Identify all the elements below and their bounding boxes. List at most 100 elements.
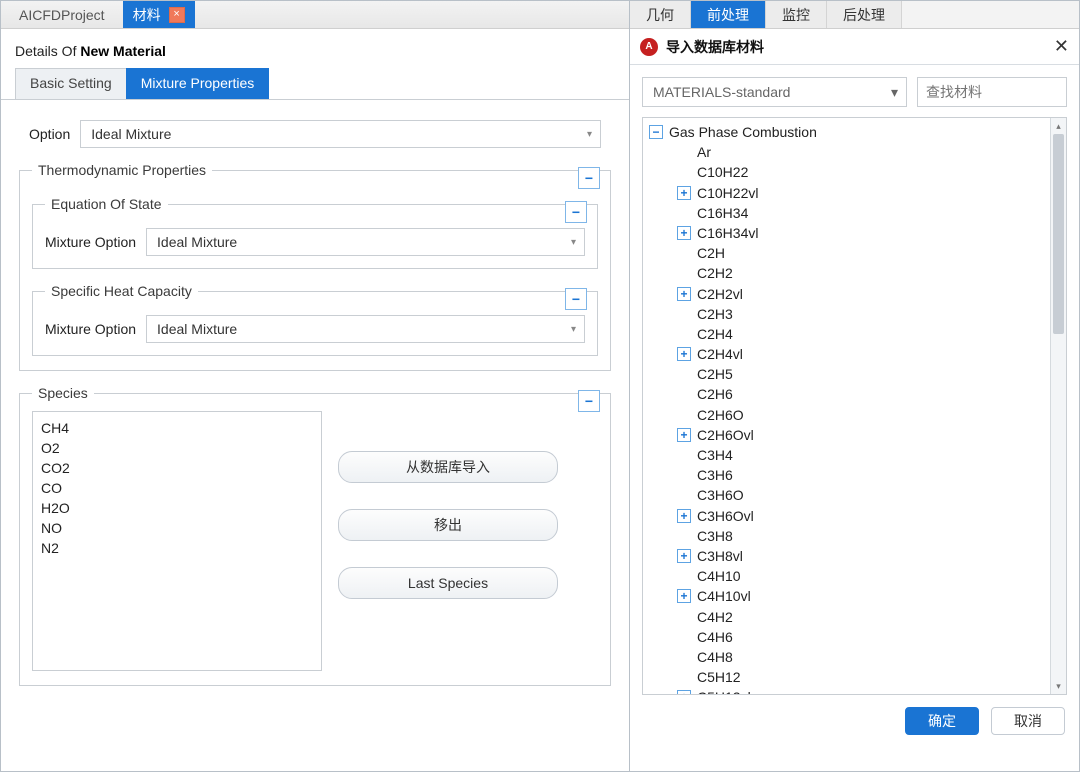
eos-collapse-button[interactable]: − bbox=[565, 201, 587, 223]
species-item[interactable]: NO bbox=[41, 518, 313, 538]
tree-row[interactable]: +C2H bbox=[649, 243, 1046, 263]
tree-row[interactable]: +Ar bbox=[649, 142, 1046, 162]
remove-button[interactable]: 移出 bbox=[338, 509, 558, 541]
tab-basic-setting[interactable]: Basic Setting bbox=[15, 68, 127, 99]
expand-placeholder: + bbox=[677, 327, 691, 341]
tree-row[interactable]: + C4H10vl bbox=[649, 586, 1046, 606]
import-from-db-button[interactable]: 从数据库导入 bbox=[338, 451, 558, 483]
tree-row[interactable]: +C3H4 bbox=[649, 445, 1046, 465]
thermo-collapse-button[interactable]: − bbox=[578, 167, 600, 189]
tree-item-label: C4H6 bbox=[697, 627, 733, 647]
tree-row[interactable]: + C2H6Ovl bbox=[649, 425, 1046, 445]
database-select[interactable]: MATERIALS-standard ▾ bbox=[642, 77, 907, 107]
tree-item-label: C2H6Ovl bbox=[697, 425, 754, 445]
tree-item-label: C4H10vl bbox=[697, 586, 751, 606]
scrollbar-thumb[interactable] bbox=[1053, 134, 1064, 334]
species-collapse-button[interactable]: − bbox=[578, 390, 600, 412]
tree-row[interactable]: +C16H34vl bbox=[649, 223, 1046, 243]
ok-button[interactable]: 确定 bbox=[905, 707, 979, 735]
last-species-button[interactable]: Last Species bbox=[338, 567, 558, 599]
tree-row[interactable]: + C2H2 bbox=[649, 263, 1046, 283]
expand-icon[interactable]: + bbox=[677, 226, 691, 240]
species-item[interactable]: O2 bbox=[41, 438, 313, 458]
species-item[interactable]: CH4 bbox=[41, 418, 313, 438]
tree-row[interactable]: +C3H6 bbox=[649, 465, 1046, 485]
cancel-button[interactable]: 取消 bbox=[991, 707, 1065, 735]
doc-tab-material[interactable]: 材料 × bbox=[123, 1, 195, 28]
species-listbox[interactable]: CH4O2CO2COH2ONON2 bbox=[32, 411, 322, 671]
collapse-icon[interactable]: − bbox=[649, 125, 663, 139]
tree-row[interactable]: +C4H2 bbox=[649, 607, 1046, 627]
expand-placeholder: + bbox=[677, 388, 691, 402]
expand-icon[interactable]: + bbox=[677, 186, 691, 200]
tree-row[interactable]: −Gas Phase Combustion bbox=[649, 122, 1046, 142]
tab-mixture-properties[interactable]: Mixture Properties bbox=[126, 68, 270, 99]
expand-placeholder: + bbox=[677, 367, 691, 381]
tree-row[interactable]: +C2H3 bbox=[649, 304, 1046, 324]
tree-row[interactable]: +C2H2vl bbox=[649, 284, 1046, 304]
thermodynamic-group: Thermodynamic Properties − Equation Of S… bbox=[19, 162, 611, 371]
tree-item-label: C2H6O bbox=[697, 405, 744, 425]
close-icon[interactable]: × bbox=[169, 7, 185, 23]
tree-row[interactable]: + C4H6 bbox=[649, 627, 1046, 647]
tree-item-label: C10H22 bbox=[697, 162, 748, 182]
dialog-title: 导入数据库材料 bbox=[666, 37, 764, 57]
shc-mixture-option-combobox[interactable]: Ideal Mixture ▾ bbox=[146, 315, 585, 343]
tree-row[interactable]: +C16H34 bbox=[649, 203, 1046, 223]
material-tree[interactable]: −Gas Phase Combustion+Ar+C10H22+C10H22vl… bbox=[643, 118, 1050, 694]
chevron-down-icon: ▾ bbox=[587, 129, 592, 140]
tree-row[interactable]: +C2H4vl bbox=[649, 344, 1046, 364]
tree-row[interactable]: +C3H8 bbox=[649, 526, 1046, 546]
expand-icon[interactable]: + bbox=[677, 690, 691, 694]
scroll-up-icon[interactable]: ▴ bbox=[1051, 118, 1066, 134]
species-item[interactable]: CO2 bbox=[41, 458, 313, 478]
shc-collapse-button[interactable]: − bbox=[565, 288, 587, 310]
tree-row[interactable]: +C4H8 bbox=[649, 647, 1046, 667]
species-item[interactable]: CO bbox=[41, 478, 313, 498]
right-panel: 几何 前处理 监控 后处理 A 导入数据库材料 ✕ MATERIALS-stan… bbox=[630, 0, 1080, 772]
tree-row[interactable]: +C2H6O bbox=[649, 405, 1046, 425]
tab-geometry[interactable]: 几何 bbox=[630, 1, 691, 28]
tree-row[interactable]: + C2H6 bbox=[649, 384, 1046, 404]
expand-icon[interactable]: + bbox=[677, 428, 691, 442]
close-icon[interactable]: ✕ bbox=[1054, 36, 1069, 57]
tree-row[interactable]: +C10H22vl bbox=[649, 183, 1046, 203]
equation-of-state-group: Equation Of State − Mixture Option Ideal… bbox=[32, 196, 598, 269]
eos-mixture-option-combobox[interactable]: Ideal Mixture ▾ bbox=[146, 228, 585, 256]
tree-row[interactable]: +C2H5 bbox=[649, 364, 1046, 384]
tree-row[interactable]: +C4H10 bbox=[649, 566, 1046, 586]
tree-row[interactable]: +C10H22 bbox=[649, 162, 1046, 182]
tree-row[interactable]: +C5H12 bbox=[649, 667, 1046, 687]
option-combobox[interactable]: Ideal Mixture ▾ bbox=[80, 120, 601, 148]
tree-row[interactable]: +C5H12vl bbox=[649, 687, 1046, 694]
scroll-down-icon[interactable]: ▾ bbox=[1051, 678, 1066, 694]
tree-row[interactable]: +C3H8vl bbox=[649, 546, 1046, 566]
chevron-down-icon: ▾ bbox=[571, 237, 576, 248]
tree-row[interactable]: + C2H4 bbox=[649, 324, 1046, 344]
expand-icon[interactable]: + bbox=[677, 549, 691, 563]
tree-item-label: C2H2 bbox=[697, 263, 733, 283]
expand-placeholder: + bbox=[677, 266, 691, 280]
species-item[interactable]: N2 bbox=[41, 538, 313, 558]
expand-placeholder: + bbox=[677, 145, 691, 159]
expand-icon[interactable]: + bbox=[677, 287, 691, 301]
expand-icon[interactable]: + bbox=[677, 509, 691, 523]
expand-placeholder: + bbox=[677, 630, 691, 644]
tab-preprocess[interactable]: 前处理 bbox=[691, 1, 766, 28]
tree-item-label: C2H6 bbox=[697, 384, 733, 404]
tree-item-label: C2H4 bbox=[697, 324, 733, 344]
tree-row[interactable]: +C3H6Ovl bbox=[649, 506, 1046, 526]
specific-heat-capacity-group: Specific Heat Capacity − Mixture Option … bbox=[32, 283, 598, 356]
species-item[interactable]: H2O bbox=[41, 498, 313, 518]
tree-scrollbar[interactable]: ▴ ▾ bbox=[1050, 118, 1066, 694]
tree-row[interactable]: +C3H6O bbox=[649, 485, 1046, 505]
tab-monitor[interactable]: 监控 bbox=[766, 1, 827, 28]
expand-placeholder: + bbox=[677, 468, 691, 482]
tab-postprocess[interactable]: 后处理 bbox=[827, 1, 902, 28]
expand-icon[interactable]: + bbox=[677, 347, 691, 361]
expand-icon[interactable]: + bbox=[677, 589, 691, 603]
expand-placeholder: + bbox=[677, 246, 691, 260]
sub-tabs: Basic Setting Mixture Properties bbox=[1, 68, 629, 100]
search-input[interactable] bbox=[917, 77, 1067, 107]
option-label: Option bbox=[29, 126, 70, 142]
